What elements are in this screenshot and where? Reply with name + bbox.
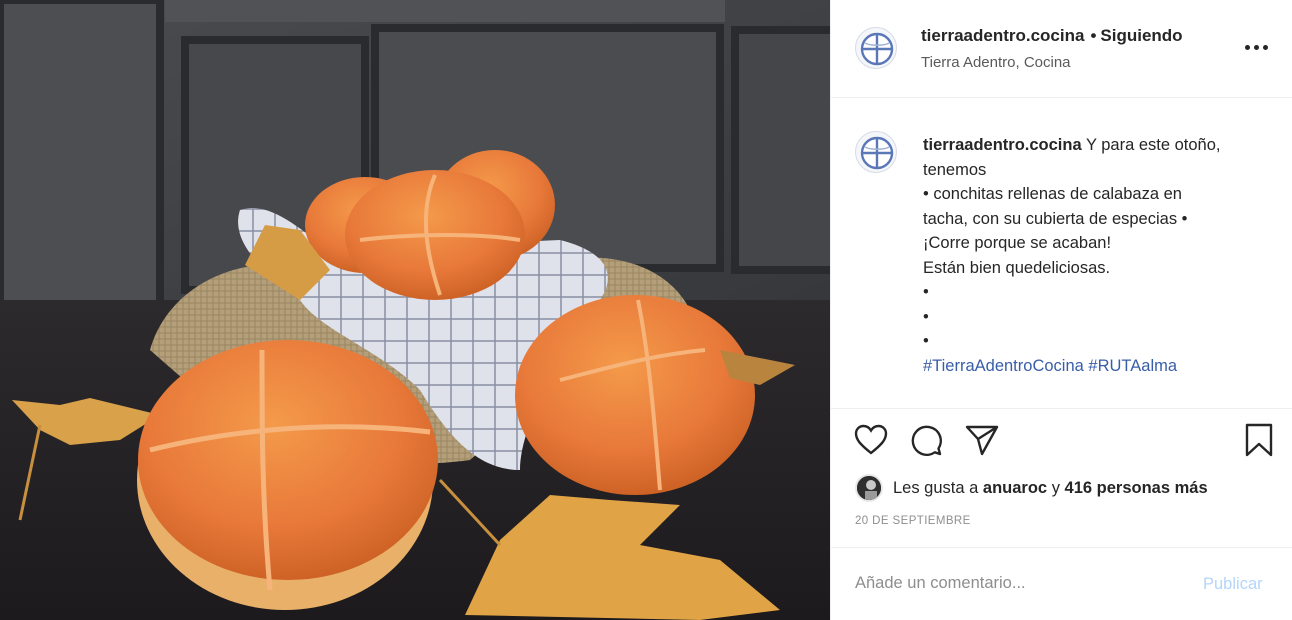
liker-avatar[interactable] (855, 474, 883, 502)
caption-line: Y para este otoño, (1085, 136, 1221, 154)
post-caption: tierraadentro.cocina Y para este otoño, … (923, 133, 1277, 378)
post-date[interactable]: 20 DE SEPTIEMBRE (855, 515, 971, 527)
post-sidebar: tierraadentro.cocina • Siguiendo Tierra Ad… (830, 0, 1292, 620)
post-header: tierraadentro.cocina • Siguiendo Tierra Ad… (831, 0, 1292, 98)
caption-line: • (923, 332, 929, 350)
author-username[interactable]: tierraadentro.cocina (921, 26, 1084, 45)
separator-dot: • (1090, 26, 1097, 45)
caption-avatar[interactable] (855, 131, 897, 173)
share-icon[interactable] (964, 422, 1000, 458)
caption-username[interactable]: tierraadentro.cocina (923, 136, 1082, 154)
hashtag-link[interactable]: #TierraAdentroCocina (923, 357, 1084, 375)
caption-line: tacha, con su cubierta de especias • (923, 209, 1188, 228)
brand-logo-icon (860, 32, 894, 66)
bookmark-icon[interactable] (1241, 422, 1277, 458)
likes-conjunction: y (1051, 478, 1060, 497)
likes-count-link[interactable]: 416 personas más (1065, 479, 1208, 498)
caption-line: ¡Corre porque se acaban! (923, 234, 1112, 252)
brand-logo-icon (860, 136, 894, 170)
post-location[interactable]: Tierra Adentro, Cocina (921, 54, 1071, 71)
likes-prefix: Les gusta a (893, 478, 979, 497)
liker-username[interactable]: anuaroc (983, 479, 1047, 498)
likes-summary: Les gusta a anuaroc y 416 personas más (855, 474, 1208, 502)
comments-section: tierraadentro.cocina Y para este otoño, … (831, 99, 1292, 409)
follow-status-button[interactable]: Siguiendo (1100, 26, 1182, 45)
publish-button[interactable]: Publicar (1203, 575, 1263, 594)
caption-line: tenemos (923, 160, 987, 179)
profile-avatar[interactable] (855, 27, 897, 69)
hashtag-row: #TierraAdentroCocina #RUTAalma (923, 354, 1277, 379)
hashtag-link[interactable]: #RUTAalma (1088, 357, 1177, 375)
post-author: tierraadentro.cocina • Siguiendo (921, 26, 1183, 46)
action-bar (831, 420, 1292, 464)
person-photo-icon (857, 476, 881, 500)
more-options-icon[interactable] (1245, 36, 1271, 58)
heart-icon[interactable] (853, 422, 889, 458)
caption-line: • conchitas rellenas de calabaza en (923, 185, 1182, 203)
caption-line: • (923, 307, 929, 326)
comment-bar: Publicar (831, 547, 1292, 620)
post-photo[interactable] (0, 0, 830, 620)
comment-icon[interactable] (908, 422, 944, 458)
post-image (0, 0, 830, 620)
caption-line: • (923, 283, 929, 301)
caption-line: Están bien quedeliciosas. (923, 258, 1111, 277)
comment-input[interactable] (855, 574, 1175, 593)
